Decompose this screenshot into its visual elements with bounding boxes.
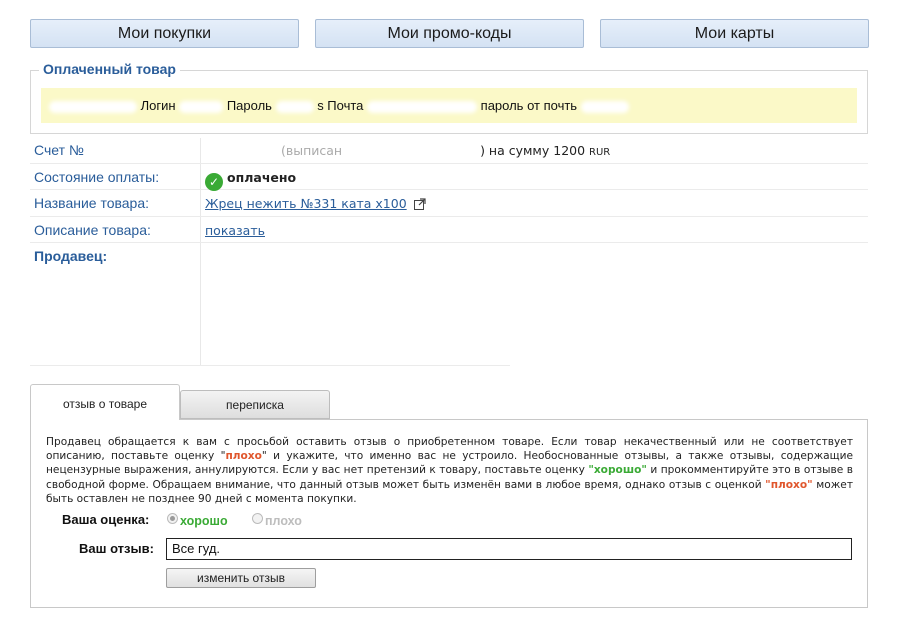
order-details: Счет № (выписан ) на сумму 1200 RUR Сост… <box>30 137 868 243</box>
review-text-input[interactable]: Все гуд. <box>166 538 852 560</box>
seller-divider <box>30 365 510 366</box>
review-notice: Продавец обращается к вам с просьбой ост… <box>46 435 853 506</box>
rating-bad-label[interactable]: плохо <box>265 514 302 528</box>
notice-bad-word-2: плохо <box>770 478 808 491</box>
rating-bad-radio[interactable] <box>252 513 263 524</box>
my-purchases-button[interactable]: Мои покупки <box>30 19 299 48</box>
paid-item-login-label: Логин <box>140 98 176 113</box>
invoice-label: Счет № <box>34 142 84 158</box>
rating-label: Ваша оценка: <box>62 512 150 527</box>
payment-status-value: ✓ оплачено <box>205 170 296 191</box>
change-review-button[interactable]: изменить отзыв <box>166 568 316 588</box>
redacted-text <box>346 145 477 158</box>
notice-bad-word: плохо <box>225 450 262 463</box>
external-link-icon[interactable] <box>413 198 426 210</box>
product-name-value: Жрец нежить №331 ката x100 <box>205 196 426 211</box>
paid-item-email-label: s Почта <box>317 98 364 113</box>
redacted-text <box>205 145 277 158</box>
redacted-text <box>275 100 314 113</box>
payment-status-label: Состояние оплаты: <box>34 168 160 185</box>
seller-label: Продавец: <box>34 248 107 264</box>
invoice-sum: ) на сумму 1200 <box>480 143 586 158</box>
rating-good-radio[interactable] <box>167 513 178 524</box>
seller-label-text: Продавец <box>34 248 103 264</box>
rating-good-label[interactable]: хорошо <box>180 514 228 528</box>
notice-good-word: хорошо <box>593 464 642 477</box>
invoice-value: (выписан ) на сумму 1200 RUR <box>205 143 610 158</box>
product-name-row: Название товара: Жрец нежить №331 ката x… <box>30 190 868 217</box>
tab-review[interactable]: отзыв о товаре <box>30 384 180 420</box>
invoice-issued-text: (выписан <box>280 143 343 158</box>
product-description-label: Описание товара: <box>34 221 151 238</box>
paid-item-legend: Оплаченный товар <box>39 61 180 77</box>
product-name-label: Название товара: <box>34 195 150 211</box>
paid-item-content: Логин Пароль s Почта пароль от почть <box>41 88 857 123</box>
redacted-text <box>49 100 137 113</box>
product-description-row: Описание товара: показать <box>30 217 868 243</box>
payment-status-text: оплачено <box>227 169 297 185</box>
invoice-currency: RUR <box>589 147 611 158</box>
checkmark-icon: ✓ <box>205 172 223 191</box>
payment-status-row: Состояние оплаты: ✓ оплачено <box>30 164 868 191</box>
my-promocodes-button[interactable]: Мои промо-коды <box>315 19 584 48</box>
redacted-text <box>179 100 224 113</box>
paid-item-email-password-label: пароль от почть <box>480 98 578 113</box>
invoice-row: Счет № (выписан ) на сумму 1200 RUR <box>30 137 868 164</box>
tab-correspondence[interactable]: переписка <box>180 390 330 419</box>
top-navigation: Мои покупки Мои промо-коды Мои карты <box>30 19 869 48</box>
my-cards-button[interactable]: Мои карты <box>600 19 869 48</box>
show-description-link[interactable]: показать <box>205 223 265 238</box>
paid-item-password-label: Пароль <box>226 98 272 113</box>
product-description-value: показать <box>205 223 265 238</box>
product-name-link[interactable]: Жрец нежить №331 ката x100 <box>205 196 407 211</box>
review-text-label: Ваш отзыв: <box>79 541 154 556</box>
seller-label-colon: : <box>102 248 108 264</box>
redacted-text <box>367 100 478 113</box>
redacted-text <box>580 100 629 113</box>
